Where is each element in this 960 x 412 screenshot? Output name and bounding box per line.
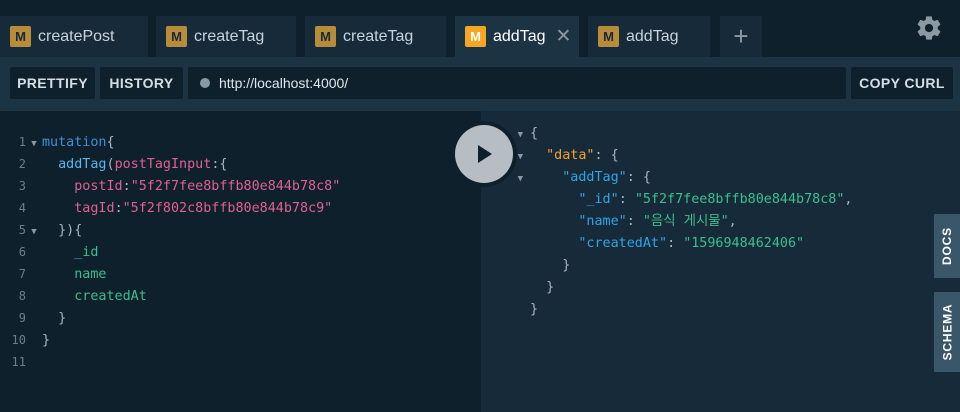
execute-query-button[interactable] (451, 121, 517, 187)
result-line: ▼{ (481, 123, 960, 145)
mutation-badge: M (10, 26, 31, 47)
code-line: 5 ▼ }){ (0, 219, 481, 241)
json-key: "name" (578, 214, 627, 229)
code-line: 7 name (0, 263, 481, 285)
line-number: 5 (18, 223, 26, 237)
tab-label: createPost (38, 27, 115, 45)
json-key: "data" (546, 148, 595, 163)
line-number: 6 (18, 245, 26, 259)
tab-label: addTag (626, 27, 679, 45)
mutation-badge: M (465, 26, 486, 47)
endpoint-url-input[interactable]: http://localhost:4000/ (188, 67, 846, 99)
line-number: 9 (18, 311, 26, 325)
line-number: 3 (18, 179, 26, 193)
result-line: "createdAt": "1596948462406" (578, 236, 805, 251)
tab-createpost[interactable]: M createPost (0, 16, 148, 57)
json-key: "_id" (578, 192, 619, 207)
code-line: 3 postId:"5f2f7fee8bffb80e844b78c8" (0, 175, 481, 197)
result-line: } (530, 258, 571, 273)
endpoint-url-text: http://localhost:4000/ (219, 75, 349, 91)
line-number: 2 (18, 157, 26, 171)
mutation-badge: M (315, 26, 336, 47)
tab-label: createTag (194, 27, 265, 45)
json-value: "1596948462406" (683, 236, 805, 251)
argument-key: tagId (74, 201, 115, 216)
code-line: 2 addTag(postTagInput:{ (0, 153, 481, 175)
code-line: 6 _id (0, 241, 481, 263)
result-viewer: ▼{ ▼ "data": { ▼ "addTag": { "_id": "5f2… (481, 111, 960, 412)
argument-key: postId (74, 179, 123, 194)
mutation-keyword: mutation (42, 135, 107, 150)
code-line: 9 } (0, 307, 481, 329)
argument-value: "5f2f802c8bffb80e844b78c9" (122, 201, 333, 216)
line-number: 4 (18, 201, 26, 215)
docs-side-tab[interactable]: DOCS (934, 214, 960, 278)
mutation-badge: M (166, 26, 187, 47)
code-line: 4 tagId:"5f2f802c8bffb80e844b78c9" (0, 197, 481, 219)
add-tab-button[interactable]: + (720, 16, 762, 57)
fold-arrow-icon[interactable]: ▼ (26, 221, 42, 243)
tab-bar: M createPost M createTag M createTag M a… (0, 0, 960, 57)
fold-arrow-icon[interactable]: ▼ (26, 133, 42, 155)
line-number: 11 (11, 355, 26, 369)
result-line: } (530, 302, 539, 317)
argument-value: "5f2f7fee8bffb80e844b78c8" (130, 179, 341, 194)
tab-label: addTag (493, 27, 546, 45)
argument-name: postTagInput (114, 157, 212, 172)
copy-curl-button[interactable]: COPY CURL (851, 67, 953, 99)
result-line: "name": "음식 게시물", (578, 214, 737, 229)
code-line: 11 (0, 351, 481, 373)
json-key: "addTag" (562, 170, 627, 185)
line-number: 8 (18, 289, 26, 303)
close-icon[interactable]: ✕ (556, 27, 572, 46)
result-line: } (530, 280, 555, 295)
json-value: "5f2f7fee8bffb80e844b78c8" (634, 192, 845, 207)
line-number: 1 (18, 135, 26, 149)
tab-createtag-1[interactable]: M createTag (156, 16, 296, 57)
toolbar: PRETTIFY HISTORY http://localhost:4000/ … (0, 57, 960, 111)
tab-label: createTag (343, 27, 414, 45)
code-line: 8 createdAt (0, 285, 481, 307)
selection-field: createdAt (74, 289, 147, 304)
code-line: 1 ▼ mutation{ (0, 131, 481, 153)
selection-field: _id (74, 245, 99, 260)
gear-icon[interactable] (915, 14, 943, 42)
line-number: 10 (11, 333, 26, 347)
selection-field: name (74, 267, 107, 282)
docs-label: DOCS (940, 227, 954, 265)
tab-createtag-2[interactable]: M createTag (305, 16, 446, 57)
result-line: ▼ "addTag": { (481, 167, 960, 189)
status-dot-icon (200, 78, 210, 88)
mutation-badge: M (598, 26, 619, 47)
schema-label: SCHEMA (940, 303, 954, 361)
field-name: addTag (58, 157, 107, 172)
prettify-button[interactable]: PRETTIFY (10, 67, 95, 99)
result-line: ▼ "data": { (481, 145, 960, 167)
query-editor[interactable]: 1 ▼ mutation{ 2 addTag(postTagInput:{ 3 po… (0, 111, 481, 412)
code-line: 10} (0, 329, 481, 351)
schema-side-tab[interactable]: SCHEMA (934, 292, 960, 372)
tab-addtag-active[interactable]: M addTag ✕ (455, 16, 579, 57)
line-number: 7 (18, 267, 26, 281)
json-value: "음식 게시물" (642, 214, 729, 229)
result-line: "_id": "5f2f7fee8bffb80e844b78c8", (578, 192, 853, 207)
json-key: "createdAt" (578, 236, 668, 251)
history-button[interactable]: HISTORY (100, 67, 183, 99)
play-icon (455, 125, 513, 183)
plus-icon: + (733, 21, 749, 51)
tab-addtag[interactable]: M addTag (588, 16, 710, 57)
